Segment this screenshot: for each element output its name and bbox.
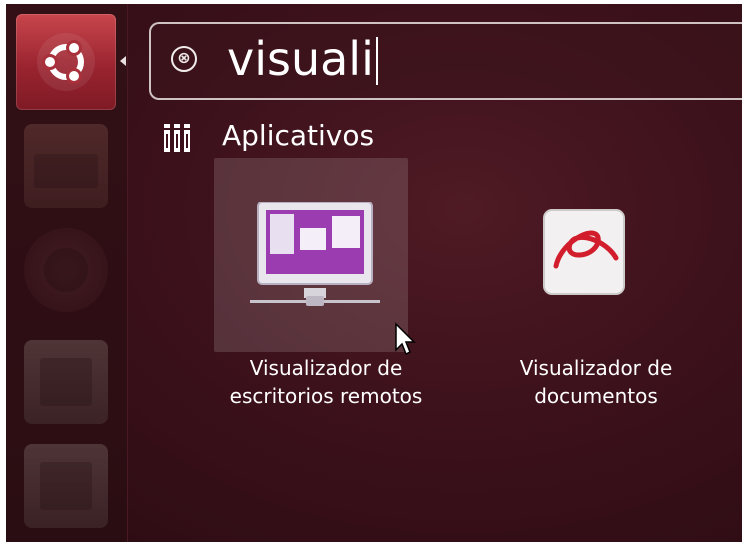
active-indicator-arrow [120, 56, 126, 66]
mouse-pointer-icon [395, 322, 416, 356]
dash-search-box[interactable]: ⊗ visuali [149, 22, 742, 100]
calc-spreadsheet-icon [40, 462, 92, 510]
document-viewer-icon [543, 209, 625, 295]
writer-document-icon [40, 358, 92, 406]
applications-category-icon [164, 124, 190, 152]
launcher-item-writer[interactable] [24, 340, 108, 424]
selection-highlight [214, 158, 408, 352]
clear-search-icon[interactable]: ⊗ [171, 46, 197, 72]
launcher-item-files[interactable] [24, 124, 108, 208]
launcher [6, 4, 128, 542]
search-input[interactable]: visuali [227, 28, 378, 90]
launcher-item-firefox[interactable] [24, 228, 108, 312]
dash-home-button[interactable] [16, 14, 116, 110]
app-label-line-2: escritorios remotos [229, 384, 423, 408]
launcher-item-calc[interactable] [24, 444, 108, 528]
text-caret [375, 37, 378, 85]
app-result-remote-desktop-viewer[interactable]: Visualizador de escritorios remotos [206, 158, 446, 418]
app-result-document-viewer[interactable]: Visualizador de documentos [476, 158, 716, 418]
app-label-line-1: Visualizador de [519, 356, 673, 380]
app-result-label: Visualizador de documentos [476, 354, 716, 410]
category-heading: Aplicativos [222, 119, 375, 152]
ubuntu-logo-icon [37, 33, 95, 91]
search-query-text: visuali [227, 32, 374, 86]
app-label-line-1: Visualizador de [249, 356, 403, 380]
remote-desktop-monitor-icon [250, 202, 380, 306]
unity-dash-screen: ⊗ visuali Aplicativos Visualizador de es… [6, 4, 742, 542]
firefox-icon [44, 248, 88, 292]
app-label-line-2: documentos [534, 384, 658, 408]
app-result-label: Visualizador de escritorios remotos [206, 354, 446, 410]
file-cabinet-icon [34, 154, 98, 188]
